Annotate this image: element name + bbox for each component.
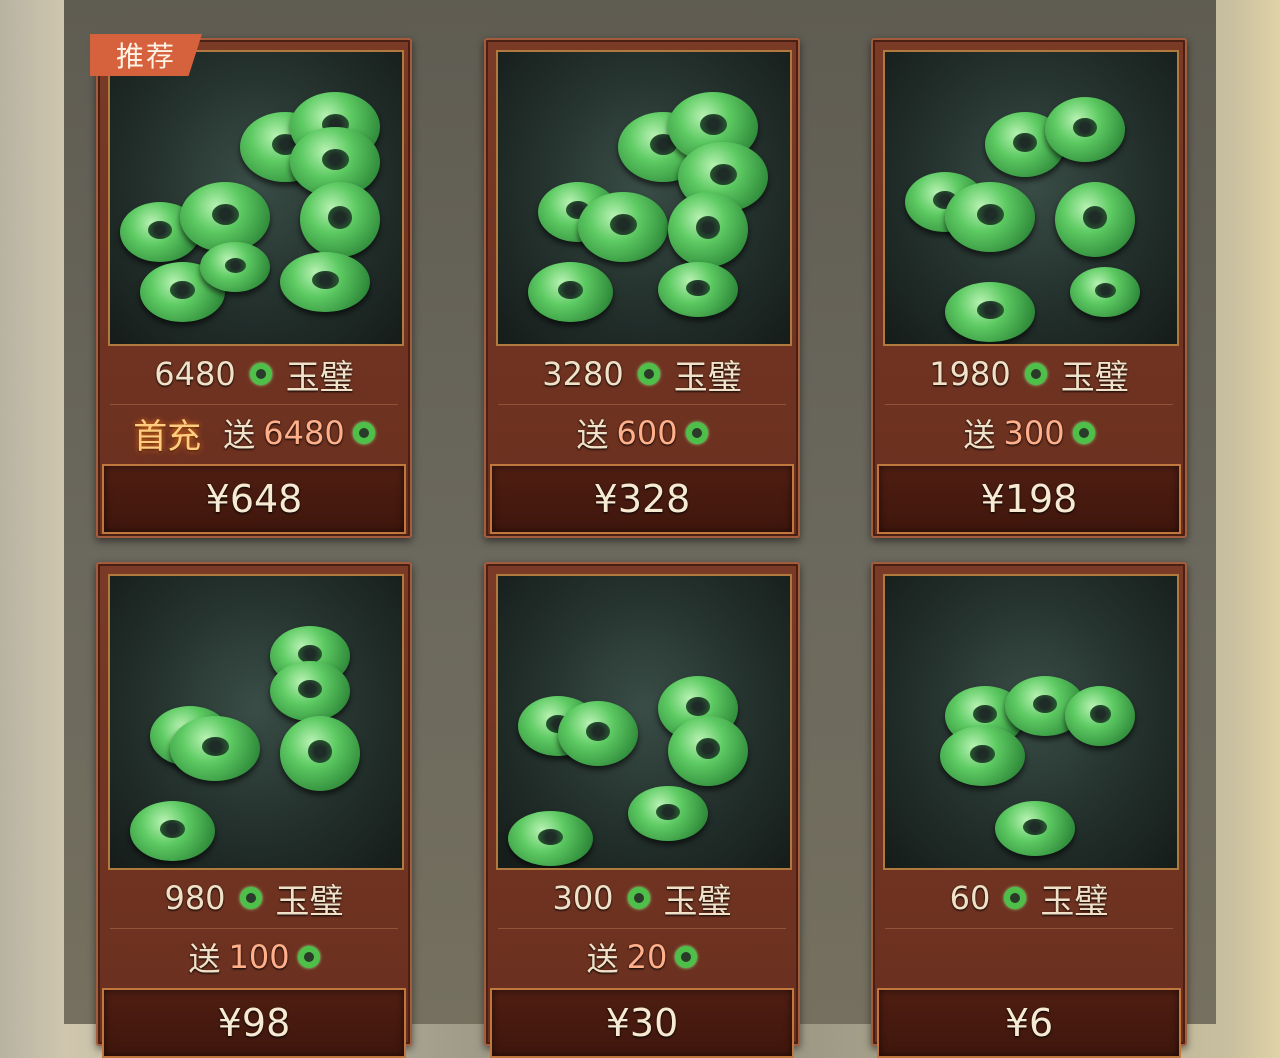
price-button[interactable]: ¥30 bbox=[490, 988, 794, 1058]
divider bbox=[110, 928, 398, 929]
jade-ring-icon bbox=[352, 422, 375, 444]
pack-bonus: 首充 送 6480 bbox=[98, 410, 410, 457]
divider bbox=[885, 404, 1173, 405]
pack-bonus: 送 100 bbox=[98, 934, 410, 980]
pack-card-6480[interactable]: 6480 玉璧 首充 送 6480 ¥648 bbox=[96, 38, 412, 538]
jade-ring-icon bbox=[1072, 422, 1095, 444]
divider bbox=[498, 928, 786, 929]
price-button[interactable]: ¥6 bbox=[877, 988, 1181, 1058]
pack-bonus: 送 20 bbox=[486, 934, 798, 980]
jade-pile-image bbox=[496, 574, 792, 870]
divider bbox=[110, 404, 398, 405]
pack-card-60[interactable]: 60 玉璧 ¥6 bbox=[871, 562, 1187, 1058]
jade-ring-icon bbox=[249, 363, 272, 385]
jade-pile-image bbox=[496, 50, 792, 346]
pack-bonus: 送 300 bbox=[873, 410, 1185, 456]
jade-ring-icon bbox=[297, 946, 320, 968]
pack-amount: 3280 玉璧 bbox=[542, 355, 742, 398]
pack-card-1980[interactable]: 1980 玉璧 送 300 ¥198 bbox=[871, 38, 1187, 538]
pack-card-300[interactable]: 300 玉璧 送 20 ¥30 bbox=[484, 562, 800, 1058]
price-button[interactable]: ¥198 bbox=[877, 464, 1181, 534]
pack-amount: 6480 玉璧 bbox=[154, 355, 354, 398]
recommended-badge: 推荐 bbox=[90, 34, 202, 76]
pack-bonus: 送 600 bbox=[486, 410, 798, 456]
jade-ring-icon bbox=[627, 887, 650, 909]
price-button[interactable]: ¥328 bbox=[490, 464, 794, 534]
divider bbox=[498, 404, 786, 405]
jade-pile-image bbox=[883, 50, 1179, 346]
pack-amount: 980 玉璧 bbox=[164, 879, 344, 922]
pack-amount: 300 玉璧 bbox=[552, 879, 732, 922]
jade-ring-icon bbox=[1024, 363, 1047, 385]
pack-card-3280[interactable]: 3280 玉璧 送 600 ¥328 bbox=[484, 38, 800, 538]
jade-ring-icon bbox=[1004, 887, 1027, 909]
jade-ring-icon bbox=[239, 887, 262, 909]
jade-pile-image bbox=[108, 50, 404, 346]
price-button[interactable]: ¥98 bbox=[102, 988, 406, 1058]
divider bbox=[885, 928, 1173, 929]
pack-amount: 1980 玉璧 bbox=[929, 355, 1129, 398]
first-recharge-label: 首充 bbox=[133, 416, 202, 457]
pack-card-980[interactable]: 980 玉璧 送 100 ¥98 bbox=[96, 562, 412, 1058]
pack-amount: 60 玉璧 bbox=[949, 879, 1109, 922]
jade-ring-icon bbox=[685, 422, 708, 444]
jade-ring-icon bbox=[637, 363, 660, 385]
jade-ring-icon bbox=[675, 946, 698, 968]
price-button[interactable]: ¥648 bbox=[102, 464, 406, 534]
jade-pile-image bbox=[883, 574, 1179, 870]
jade-pile-image bbox=[108, 574, 404, 870]
